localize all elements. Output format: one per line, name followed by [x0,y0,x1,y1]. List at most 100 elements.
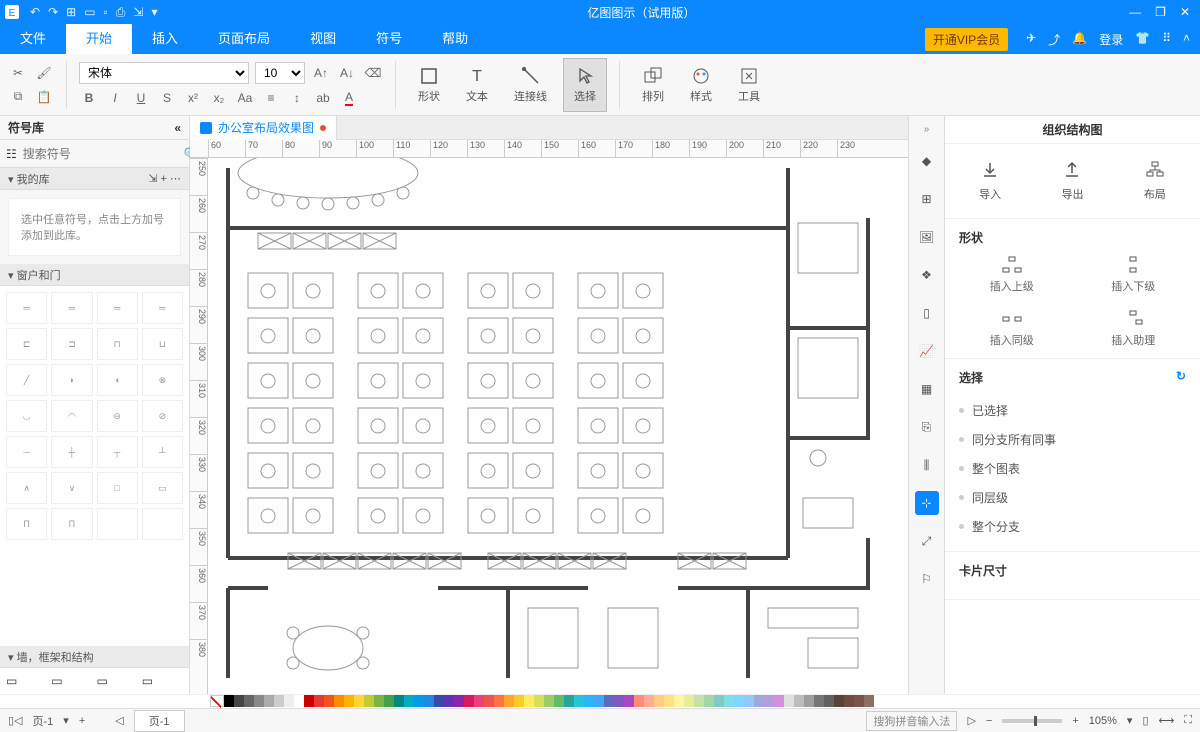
symbol-item[interactable]: Π [51,508,92,540]
color-swatch[interactable] [704,695,714,707]
symbol-item[interactable]: ⊔ [142,328,183,360]
color-swatch[interactable] [774,695,784,707]
rs-grid-icon[interactable]: ⊞ [915,187,939,211]
collapse-left-icon[interactable]: « [174,121,181,135]
connector-btn[interactable]: 连接线 [504,58,557,112]
tools-btn[interactable]: 工具 [728,58,770,112]
color-swatch[interactable] [254,695,264,707]
fullscreen-icon[interactable]: ⛶ [1184,714,1192,727]
fontsize-select[interactable]: 10 [255,62,305,84]
color-swatch[interactable] [764,695,774,707]
color-swatch[interactable] [484,695,494,707]
color-swatch[interactable] [664,695,674,707]
color-swatch[interactable] [654,695,664,707]
color-swatch[interactable] [444,695,454,707]
color-swatch[interactable] [804,695,814,707]
color-swatch[interactable] [284,695,294,707]
rs-align-icon[interactable]: ⫼ [915,453,939,477]
subscript-icon[interactable]: x₂ [209,88,229,108]
color-swatch[interactable] [854,695,864,707]
color-swatch[interactable] [314,695,324,707]
expand-right-icon[interactable]: » [924,124,930,135]
mylib-label[interactable]: 我的库 [17,174,50,186]
color-swatch[interactable] [754,695,764,707]
underline-icon[interactable]: U [131,88,151,108]
symbol-item[interactable] [142,508,183,540]
select-option[interactable]: 同分支所有同事 [959,425,1186,454]
send-icon[interactable]: ✈ [1026,31,1036,48]
symbol-item[interactable]: ◖ [97,364,138,396]
symbol-item[interactable]: ◗ [51,364,92,396]
rs-image-icon[interactable]: 🖼 [915,225,939,249]
linespacing-icon[interactable]: ↕ [287,88,307,108]
symbol-item[interactable]: ┼ [51,436,92,468]
lib-icon[interactable]: ☷ [6,147,17,161]
rs-orgchart-icon[interactable]: ⊹ [915,491,939,515]
fit-page-icon[interactable]: ▯ [1142,714,1148,727]
color-swatch[interactable] [344,695,354,707]
color-swatch[interactable] [714,695,724,707]
export-icon[interactable]: ⇲ [133,5,143,20]
color-swatch[interactable] [554,695,564,707]
bell-icon[interactable]: 🔔 [1072,31,1087,48]
symbol-item[interactable]: ▭ [51,674,92,688]
select-option[interactable]: 整个图表 [959,454,1186,483]
tab-file[interactable]: 文件 [0,24,66,54]
symbol-item[interactable]: ═ [97,292,138,324]
arrange-btn[interactable]: 排列 [632,58,674,112]
superscript-icon[interactable]: x² [183,88,203,108]
select-option[interactable]: 整个分支 [959,512,1186,541]
color-swatch[interactable] [524,695,534,707]
sec-windows-doors[interactable]: 窗户和门 [17,270,61,282]
color-swatch[interactable] [494,695,504,707]
lib-add-icon[interactable]: + [161,173,167,185]
color-swatch[interactable] [724,695,734,707]
minimize-icon[interactable]: ― [1129,5,1141,19]
color-swatch[interactable] [844,695,854,707]
color-swatch[interactable] [674,695,684,707]
tab-symbol[interactable]: 符号 [356,24,422,54]
export-btn[interactable]: 导出 [1061,160,1083,202]
search-symbols-input[interactable] [23,147,178,161]
symbol-item[interactable]: Π [6,508,47,540]
page-tab[interactable]: 页-1 [134,710,185,732]
color-swatch[interactable] [464,695,474,707]
color-swatch[interactable] [634,695,644,707]
rs-expand-icon[interactable]: ⤢ [915,529,939,553]
insert-peer-btn[interactable]: 插入同级 [959,310,1065,348]
color-swatch[interactable] [504,695,514,707]
select-option[interactable]: 同层级 [959,483,1186,512]
color-swatch[interactable] [404,695,414,707]
symbol-item[interactable]: ─ [6,436,47,468]
presentation-icon[interactable]: ▷ [967,714,975,727]
tab-help[interactable]: 帮助 [422,24,488,54]
import-btn[interactable]: 导入 [979,160,1001,202]
qat-more-icon[interactable]: ▾ [151,5,157,20]
color-swatch[interactable] [354,695,364,707]
color-swatch[interactable] [584,695,594,707]
color-swatch[interactable] [824,695,834,707]
color-swatch[interactable] [784,695,794,707]
collapse-ribbon-icon[interactable]: ˄ [1183,31,1190,48]
cut-icon[interactable]: ✂ [8,63,28,83]
color-swatch[interactable] [834,695,844,707]
rs-layers-icon[interactable]: ❖ [915,263,939,287]
strike-icon[interactable]: S [157,88,177,108]
sec-walls[interactable]: 墙，框架和结构 [17,652,94,664]
canvas[interactable] [208,158,908,694]
bullets-icon[interactable]: ≡ [261,88,281,108]
color-swatch[interactable] [304,695,314,707]
tab-view[interactable]: 视图 [290,24,356,54]
symbol-item[interactable]: □ [97,472,138,504]
color-swatch[interactable] [864,695,874,707]
color-swatch[interactable] [684,695,694,707]
login-button[interactable]: 登录 [1099,31,1123,48]
color-swatch[interactable] [794,695,804,707]
symbol-item[interactable]: ▭ [6,674,47,688]
text-btn[interactable]: T文本 [456,58,498,112]
page-nav-icon[interactable]: ▯◁ [8,714,23,727]
insert-assistant-btn[interactable]: 插入助理 [1081,310,1187,348]
color-swatch[interactable] [624,695,634,707]
document-tab[interactable]: 办公室布局效果图 [190,116,337,140]
undo-icon[interactable]: ↶ [30,5,40,20]
